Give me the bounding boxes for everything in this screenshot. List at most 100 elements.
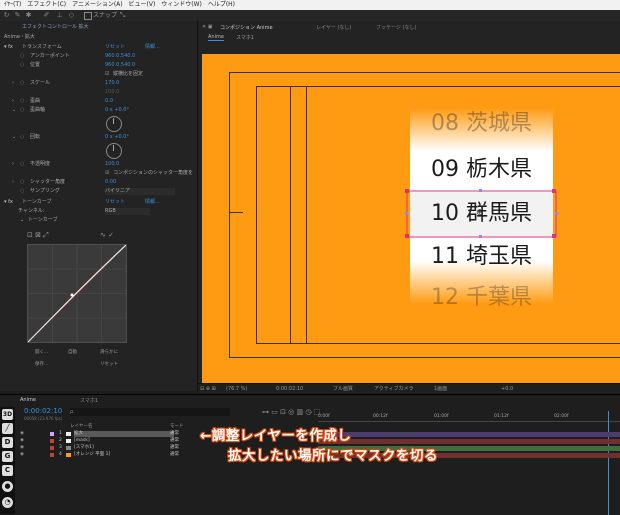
stopwatch-icon[interactable]: ◌	[20, 79, 24, 88]
playhead[interactable]	[608, 411, 609, 515]
chevron-down-icon[interactable]: ⌄	[12, 133, 16, 142]
breadcrumb-comp[interactable]: Anime	[208, 34, 224, 41]
open-button[interactable]: 開く...	[35, 349, 48, 355]
anchor-point-icon[interactable]: ⊕	[476, 208, 484, 218]
chevron-right-icon[interactable]: ›	[12, 79, 14, 88]
chevron-right-icon[interactable]: ›	[12, 97, 14, 106]
label-color[interactable]	[50, 439, 54, 443]
views-dropdown[interactable]: 1画面	[434, 384, 447, 394]
timeline-timecode[interactable]: 0:00:02:10	[24, 407, 62, 415]
eye-icon[interactable]: ◉	[20, 431, 24, 437]
zoom-level[interactable]: (76.7 %)	[226, 384, 247, 394]
chevron-down-icon[interactable]: ⌄	[12, 106, 16, 115]
smooth-button[interactable]: 滑らかに	[100, 349, 118, 355]
chevron-right-icon[interactable]: ›	[12, 178, 14, 187]
chevron-down-icon[interactable]: ⌄	[20, 216, 24, 225]
reset-curve-button[interactable]: リセット	[100, 361, 118, 367]
skew-axis-value[interactable]: 0 x +0.0°	[105, 106, 129, 115]
curves-info-link[interactable]: 情報...	[145, 198, 160, 207]
breadcrumb-sub[interactable]: スマホ1	[236, 34, 254, 41]
lock-icon[interactable]: ✕ ▣	[202, 24, 213, 30]
snap-options-icon[interactable]: ⤡	[118, 11, 127, 20]
menu-item[interactable]: エフェクト(C)	[27, 1, 66, 8]
position-value[interactable]: 960.0,540.0	[105, 61, 135, 70]
stamp-tool-icon[interactable]: ⊥	[55, 11, 64, 20]
rotation-dial[interactable]	[106, 143, 122, 159]
brush-tool-icon[interactable]: ✐	[42, 11, 51, 20]
rotation-value[interactable]: 0 x +0.0°	[105, 133, 129, 142]
layer-mode[interactable]: 通常	[170, 445, 179, 451]
curves-reset-link[interactable]: リセット	[105, 198, 125, 207]
skew-axis-dial[interactable]	[106, 116, 122, 132]
eye-icon[interactable]: ◉	[20, 445, 24, 451]
menu-item[interactable]: ビュー(V)	[129, 1, 156, 8]
layer-name[interactable]: 拡大	[74, 431, 174, 437]
shutter-value[interactable]: 0.00	[105, 178, 116, 187]
draw-icon[interactable]: ╱	[2, 423, 13, 434]
layer-mode[interactable]: 通常	[170, 438, 179, 444]
pen-tool-icon[interactable]: ✎	[13, 11, 22, 20]
curves-graph[interactable]	[27, 244, 127, 343]
auto-button[interactable]: 自動	[68, 349, 77, 355]
curve-pen-icons[interactable]: ∿ ✓	[100, 231, 114, 239]
g-icon[interactable]: G	[2, 451, 13, 462]
curves-svg[interactable]	[27, 244, 127, 343]
menu-item[interactable]: ｲﾔｰ(T)	[4, 1, 21, 8]
tab-timeline-sub[interactable]: スマホ1	[80, 397, 98, 404]
rotate-tool-icon[interactable]: ↻	[2, 11, 11, 20]
d-icon[interactable]: D	[2, 437, 13, 448]
timeline-switch-icons[interactable]: ⊶ ▭ ⊡ ◎ ▥ ◷ ⬚	[262, 408, 320, 416]
time-ruler[interactable]: 0:00f 00:12f 01:00f 01:12f 02:00f	[318, 409, 620, 422]
3d-icon[interactable]: 3D	[2, 409, 13, 420]
layer-name[interactable]: [スマホ1]	[74, 445, 94, 451]
camera-dropdown[interactable]: アクティブカメラ	[374, 384, 413, 394]
layer-name[interactable]: [mask]	[74, 438, 90, 444]
skew-value[interactable]: 0.0	[105, 97, 113, 106]
scale-value[interactable]: 170.0	[105, 79, 119, 88]
channel-dropdown[interactable]: RGB	[105, 208, 150, 215]
uniform-scale-checkbox[interactable]: ☑	[105, 70, 109, 79]
stopwatch-icon[interactable]: ◌	[20, 52, 24, 61]
tab-effect-controls[interactable]: エフェクトコントロール 拡大	[22, 23, 89, 30]
quality-dropdown[interactable]: フル画質	[333, 384, 353, 394]
stopwatch-icon[interactable]: ◌	[20, 187, 24, 196]
viewer-controls-icon[interactable]: ⊟ ⊕ ⊞	[200, 384, 216, 394]
stopwatch-icon[interactable]: ◌	[20, 97, 24, 106]
fx-icon[interactable]: ▾ fx	[4, 43, 13, 52]
label-color[interactable]	[50, 453, 54, 457]
stopwatch-icon[interactable]: ◌	[20, 160, 24, 169]
label-color[interactable]	[50, 446, 54, 450]
chevron-right-icon[interactable]: ›	[12, 160, 14, 169]
layer-mode[interactable]: 通常	[170, 452, 179, 458]
menu-item[interactable]: ウィンドウ(W)	[161, 1, 202, 8]
sampling-dropdown[interactable]: バイリニア	[105, 188, 175, 195]
layer-bar[interactable]	[318, 432, 620, 437]
stopwatch-icon[interactable]: ◌	[20, 61, 24, 70]
menu-item[interactable]: アニメーション(A)	[72, 1, 123, 8]
label-color[interactable]	[50, 432, 54, 436]
viewer-timecode[interactable]: 0:00:02:10	[276, 384, 303, 394]
stopwatch-icon[interactable]: ◌	[20, 106, 24, 115]
eraser-tool-icon[interactable]: ◇	[67, 11, 76, 20]
layer-name[interactable]: [オレンジ 平面 1]	[74, 452, 110, 458]
info-link[interactable]: 情報...	[145, 43, 160, 52]
curve-size-icons[interactable]: ⊡ ⊠ ⤢	[27, 231, 49, 240]
menu-item[interactable]: ヘルプ(H)	[208, 1, 235, 8]
stopwatch-icon[interactable]: ◌	[20, 178, 24, 187]
anchor-value[interactable]: 960.0,540.0	[105, 52, 135, 61]
reset-link[interactable]: リセット	[105, 43, 125, 52]
layer-mode[interactable]: 通常	[170, 431, 179, 437]
stopwatch-icon[interactable]: ◌	[20, 133, 24, 142]
tab-timeline-comp[interactable]: Anime	[20, 397, 36, 403]
timer-icon[interactable]: ◔	[2, 497, 13, 508]
circle-tool-icon[interactable]: ●	[2, 481, 13, 492]
tab-layer[interactable]: レイヤー (なし)	[316, 24, 351, 31]
opacity-value[interactable]: 100.0	[105, 160, 119, 169]
tab-footage[interactable]: フッテージ (なし)	[376, 24, 416, 31]
tab-composition[interactable]: コンポジション Anime	[220, 24, 273, 31]
timeline-search-input[interactable]: ρ.	[70, 408, 230, 416]
c-icon[interactable]: C	[2, 465, 13, 476]
puppet-tool-icon[interactable]: ✱	[24, 11, 33, 20]
comp-shutter-checkbox[interactable]: ☑	[105, 169, 109, 178]
eye-icon[interactable]: ◉	[20, 438, 24, 444]
